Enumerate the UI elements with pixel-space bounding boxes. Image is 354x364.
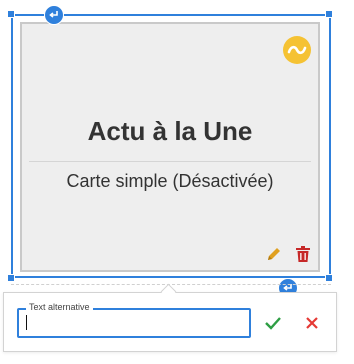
return-arrow-icon[interactable] [44,5,64,25]
alt-text-balloon: Text alternative [3,292,337,352]
alt-text-label: Text alternative [26,302,93,312]
trash-icon[interactable] [296,246,310,262]
dashed-separator [11,284,331,285]
card-divider [29,161,311,162]
card-subtitle: Carte simple (Désactivée) [66,171,274,191]
resize-handle-bottom-left[interactable] [7,274,15,282]
alt-text-input[interactable] [25,314,225,331]
card-actions [266,246,310,262]
text-caret [26,315,27,330]
resize-handle-bottom-right[interactable] [325,274,333,282]
cancel-button[interactable] [301,312,323,334]
close-icon [305,316,319,330]
save-button[interactable] [262,312,284,334]
resize-handle-top-left[interactable] [7,10,15,18]
pencil-icon[interactable] [266,246,282,262]
card-widget: Actu à la Une Carte simple (Désactivée) [20,22,320,272]
resize-handle-top-right[interactable] [325,10,333,18]
check-icon [264,316,282,330]
tilde-icon [283,36,311,64]
alt-text-field[interactable]: Text alternative [17,302,251,338]
card-title: Actu à la Une [87,116,253,146]
